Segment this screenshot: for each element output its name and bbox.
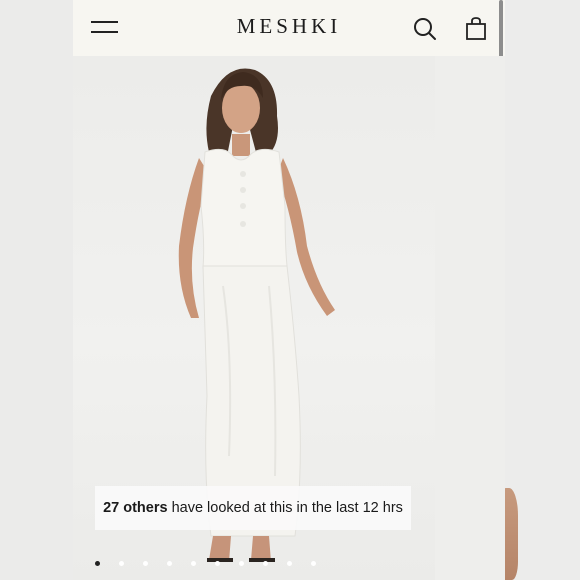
carousel-dot[interactable] bbox=[311, 561, 316, 566]
site-header: MESHKI bbox=[73, 0, 505, 66]
viewers-text: have looked at this in the last 12 hrs bbox=[171, 500, 403, 516]
search-icon[interactable] bbox=[413, 17, 437, 41]
carousel-dot[interactable] bbox=[215, 561, 220, 566]
background-left bbox=[0, 0, 73, 580]
background-right bbox=[505, 0, 580, 580]
carousel-dot[interactable] bbox=[119, 561, 124, 566]
product-image[interactable]: 27 others have looked at this in the las… bbox=[73, 56, 435, 580]
viewers-count: 27 others bbox=[103, 500, 168, 516]
brand-logo[interactable]: MESHKI bbox=[73, 14, 505, 39]
carousel-dots bbox=[95, 561, 316, 566]
shopping-bag-icon[interactable] bbox=[465, 17, 487, 41]
next-product-image[interactable] bbox=[435, 56, 505, 580]
carousel-dot[interactable] bbox=[95, 561, 100, 566]
recent-viewers-banner: 27 others have looked at this in the las… bbox=[95, 486, 411, 530]
carousel-dot[interactable] bbox=[287, 561, 292, 566]
carousel-dot[interactable] bbox=[143, 561, 148, 566]
carousel-dot[interactable] bbox=[167, 561, 172, 566]
screenshot-frame: MESHKI 27 others have looked at this in … bbox=[0, 0, 580, 580]
carousel-dot[interactable] bbox=[239, 561, 244, 566]
phone-screen: MESHKI 27 others have looked at this in … bbox=[73, 0, 505, 580]
carousel-dot[interactable] bbox=[191, 561, 196, 566]
carousel-dot[interactable] bbox=[263, 561, 268, 566]
